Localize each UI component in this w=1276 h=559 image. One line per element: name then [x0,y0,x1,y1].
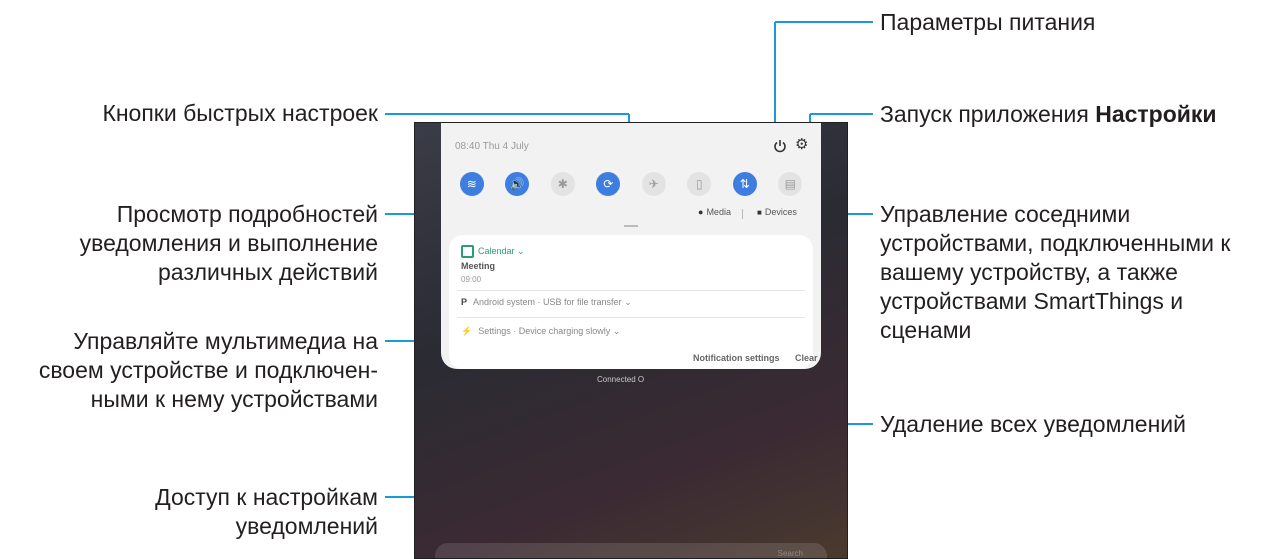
label-line: сценами [880,317,972,343]
label-line: своем устройстве и подключен- [38,357,378,383]
divider [742,209,743,219]
label-clear-notifications: Удаление всех уведомлений [880,411,1186,437]
divider [457,290,805,291]
label-line: Доступ к настройкам [155,484,378,510]
status-date-time: 08:40 Thu 4 July [455,141,529,152]
notification-text: Settings · Device charging slowly [478,326,611,336]
label-line: устройствами SmartThings и [880,288,1184,314]
calendar-icon [461,245,474,258]
notification-text: Android system · USB for file transfer [473,297,622,307]
notification-android-system[interactable]: P Android system · USB for file transfer … [461,297,632,308]
notification-calendar[interactable]: Calendar ⌄ [461,245,525,258]
notification-settings-charging[interactable]: ⚡ Settings · Device charging slowly ⌄ [461,326,620,337]
mobile-data-icon[interactable]: ⇅ [732,172,757,196]
charging-icon: ⚡ [461,326,473,336]
notification-settings-button[interactable]: Notification settings [693,353,780,363]
background-text: Connected O [597,375,645,384]
quick-settings-row: ≋ 🔊 ✱ ⟳ ✈ ▯ ⇅ ▤ [449,165,813,203]
label-line: ными к нему устройствами [90,386,378,412]
android-system-icon: P [461,297,468,307]
tablet-screen: 08:40 Thu 4 July ⚙ ≋ 🔊 ✱ ⟳ ✈ ▯ ⇅ ▤ Media Device… [414,122,848,559]
media-button[interactable]: Media [698,207,731,217]
label-line: вашему устройству, а также [880,259,1178,285]
label-notification-settings: Доступ к настройкам уведомлений [155,483,378,541]
label-launch-settings: Запуск приложения Настройки [880,100,1217,129]
screen-share-icon[interactable]: ▤ [778,172,803,196]
power-icon[interactable] [773,139,787,153]
label-quick-settings: Кнопки быстрых настроек [102,100,378,126]
notification-time: 09:00 [461,275,482,284]
divider [457,317,805,318]
wifi-icon[interactable]: ≋ [459,172,484,196]
power-saving-icon[interactable]: ▯ [687,172,712,196]
drag-handle[interactable] [624,225,638,227]
label-line: Управляйте мультимедиа на [73,328,378,354]
label-line: устройствами, подключенными к [880,230,1231,256]
label-nearby-devices: Управление соседними устройствами, подкл… [880,200,1230,345]
label-launch-settings-text: Запуск приложения [880,101,1096,127]
notification-card: Calendar ⌄ Meeting 09:00 P Android system… [449,235,818,369]
devices-button[interactable]: Devices [757,207,797,217]
clear-button[interactable]: Clear [795,353,818,363]
bluetooth-icon[interactable]: ✱ [550,172,575,196]
notification-app-name: Calendar [478,245,515,256]
label-line: Просмотр подробностей [116,201,378,227]
sound-icon[interactable]: 🔊 [505,172,530,196]
media-devices-row: Media Devices [441,207,821,225]
label-notification-details: Просмотр подробностей уведомления и выпо… [80,200,378,287]
airplane-icon[interactable]: ✈ [641,172,666,196]
gear-icon[interactable]: ⚙ [795,137,808,153]
auto-rotate-icon[interactable]: ⟳ [596,172,621,196]
label-media-control: Управляйте мультимедиа на своем устройст… [39,327,378,414]
label-line: уведомления и выполнение [79,230,378,256]
notification-title: Meeting [461,261,496,271]
label-power-options: Параметры питания [880,9,1096,35]
label-line: различных действий [158,259,378,285]
label-line: уведомлений [235,513,378,539]
label-line: Управление соседними [880,201,1131,227]
notification-panel: 08:40 Thu 4 July ⚙ ≋ 🔊 ✱ ⟳ ✈ ▯ ⇅ ▤ Media Device… [441,123,821,369]
label-launch-settings-bold: Настройки [1095,101,1217,127]
